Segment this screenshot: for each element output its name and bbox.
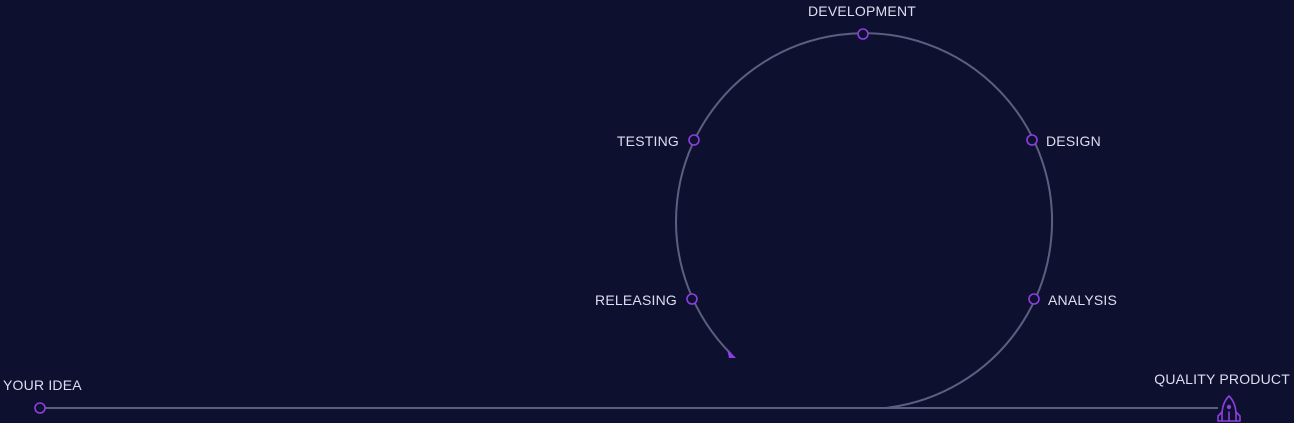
stage-label-design: DESIGN	[1046, 133, 1101, 149]
node-releasing	[686, 293, 698, 305]
cycle-arrowhead	[727, 349, 736, 358]
stage-label-analysis: ANALYSIS	[1048, 292, 1118, 308]
stage-label-development: DEVELOPMENT	[808, 3, 916, 19]
stage-label-testing: TESTING	[616, 133, 679, 149]
process-path-graphic	[34, 28, 1241, 422]
process-diagram: YOUR IDEA QUALITY PRODUCT DEVELOPMENT TE…	[0, 0, 1294, 423]
stage-label-quality-product: QUALITY PRODUCT	[1154, 371, 1290, 387]
stage-label-releasing: RELEASING	[595, 292, 677, 308]
node-your-idea	[34, 402, 46, 414]
node-design	[1026, 134, 1038, 146]
node-analysis	[1028, 293, 1040, 305]
node-development	[857, 28, 869, 40]
node-testing	[688, 134, 700, 146]
cycle-loop-path	[675, 32, 1054, 409]
stage-label-your-idea: YOUR IDEA	[3, 377, 82, 393]
rocket-icon	[1217, 395, 1241, 422]
